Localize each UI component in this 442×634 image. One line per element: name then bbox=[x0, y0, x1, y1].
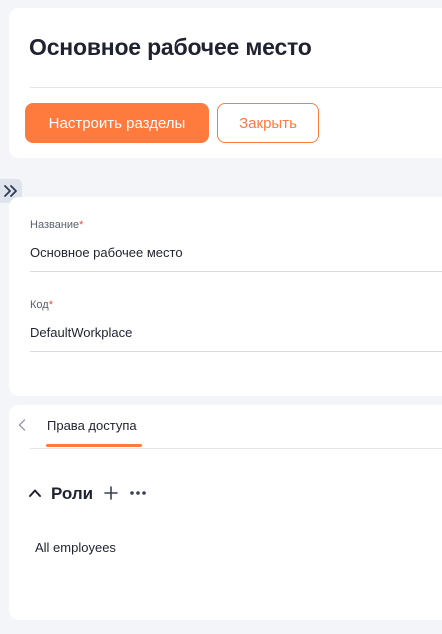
name-label-text: Название bbox=[30, 219, 80, 231]
close-button[interactable]: Закрыть bbox=[217, 103, 319, 143]
fields-card: Название* Основное рабочее место Код* De… bbox=[9, 197, 442, 396]
page-title: Основное рабочее место bbox=[29, 34, 312, 60]
role-list-item[interactable]: All employees bbox=[35, 540, 116, 555]
code-field-label: Код* bbox=[30, 299, 53, 311]
tabs-scroll-left-button[interactable] bbox=[15, 417, 29, 433]
name-field-label: Название* bbox=[30, 219, 83, 231]
tabs-card: Права доступа Роли All employees bbox=[9, 405, 442, 620]
chevron-up-icon[interactable] bbox=[28, 487, 42, 499]
double-chevron-right-icon bbox=[4, 185, 17, 197]
chevron-left-icon bbox=[18, 419, 26, 431]
code-label-text: Код bbox=[30, 299, 49, 311]
code-field-underline bbox=[30, 351, 442, 352]
code-required-mark: * bbox=[48, 299, 53, 311]
name-field-underline bbox=[30, 271, 442, 272]
header-card: Основное рабочее место Настроить разделы… bbox=[9, 8, 442, 158]
name-required-mark: * bbox=[79, 219, 84, 231]
more-horizontal-icon[interactable] bbox=[129, 484, 147, 502]
header-divider bbox=[30, 87, 442, 88]
plus-icon[interactable] bbox=[104, 484, 118, 502]
roles-section-title: Роли bbox=[51, 484, 94, 503]
name-field[interactable]: Основное рабочее место bbox=[30, 245, 183, 260]
code-field[interactable]: DefaultWorkplace bbox=[30, 325, 132, 340]
active-tab-indicator bbox=[46, 444, 142, 447]
tab-access-rights[interactable]: Права доступа bbox=[47, 418, 137, 433]
configure-sections-button[interactable]: Настроить разделы bbox=[25, 103, 209, 143]
tabs-divider bbox=[30, 448, 442, 449]
